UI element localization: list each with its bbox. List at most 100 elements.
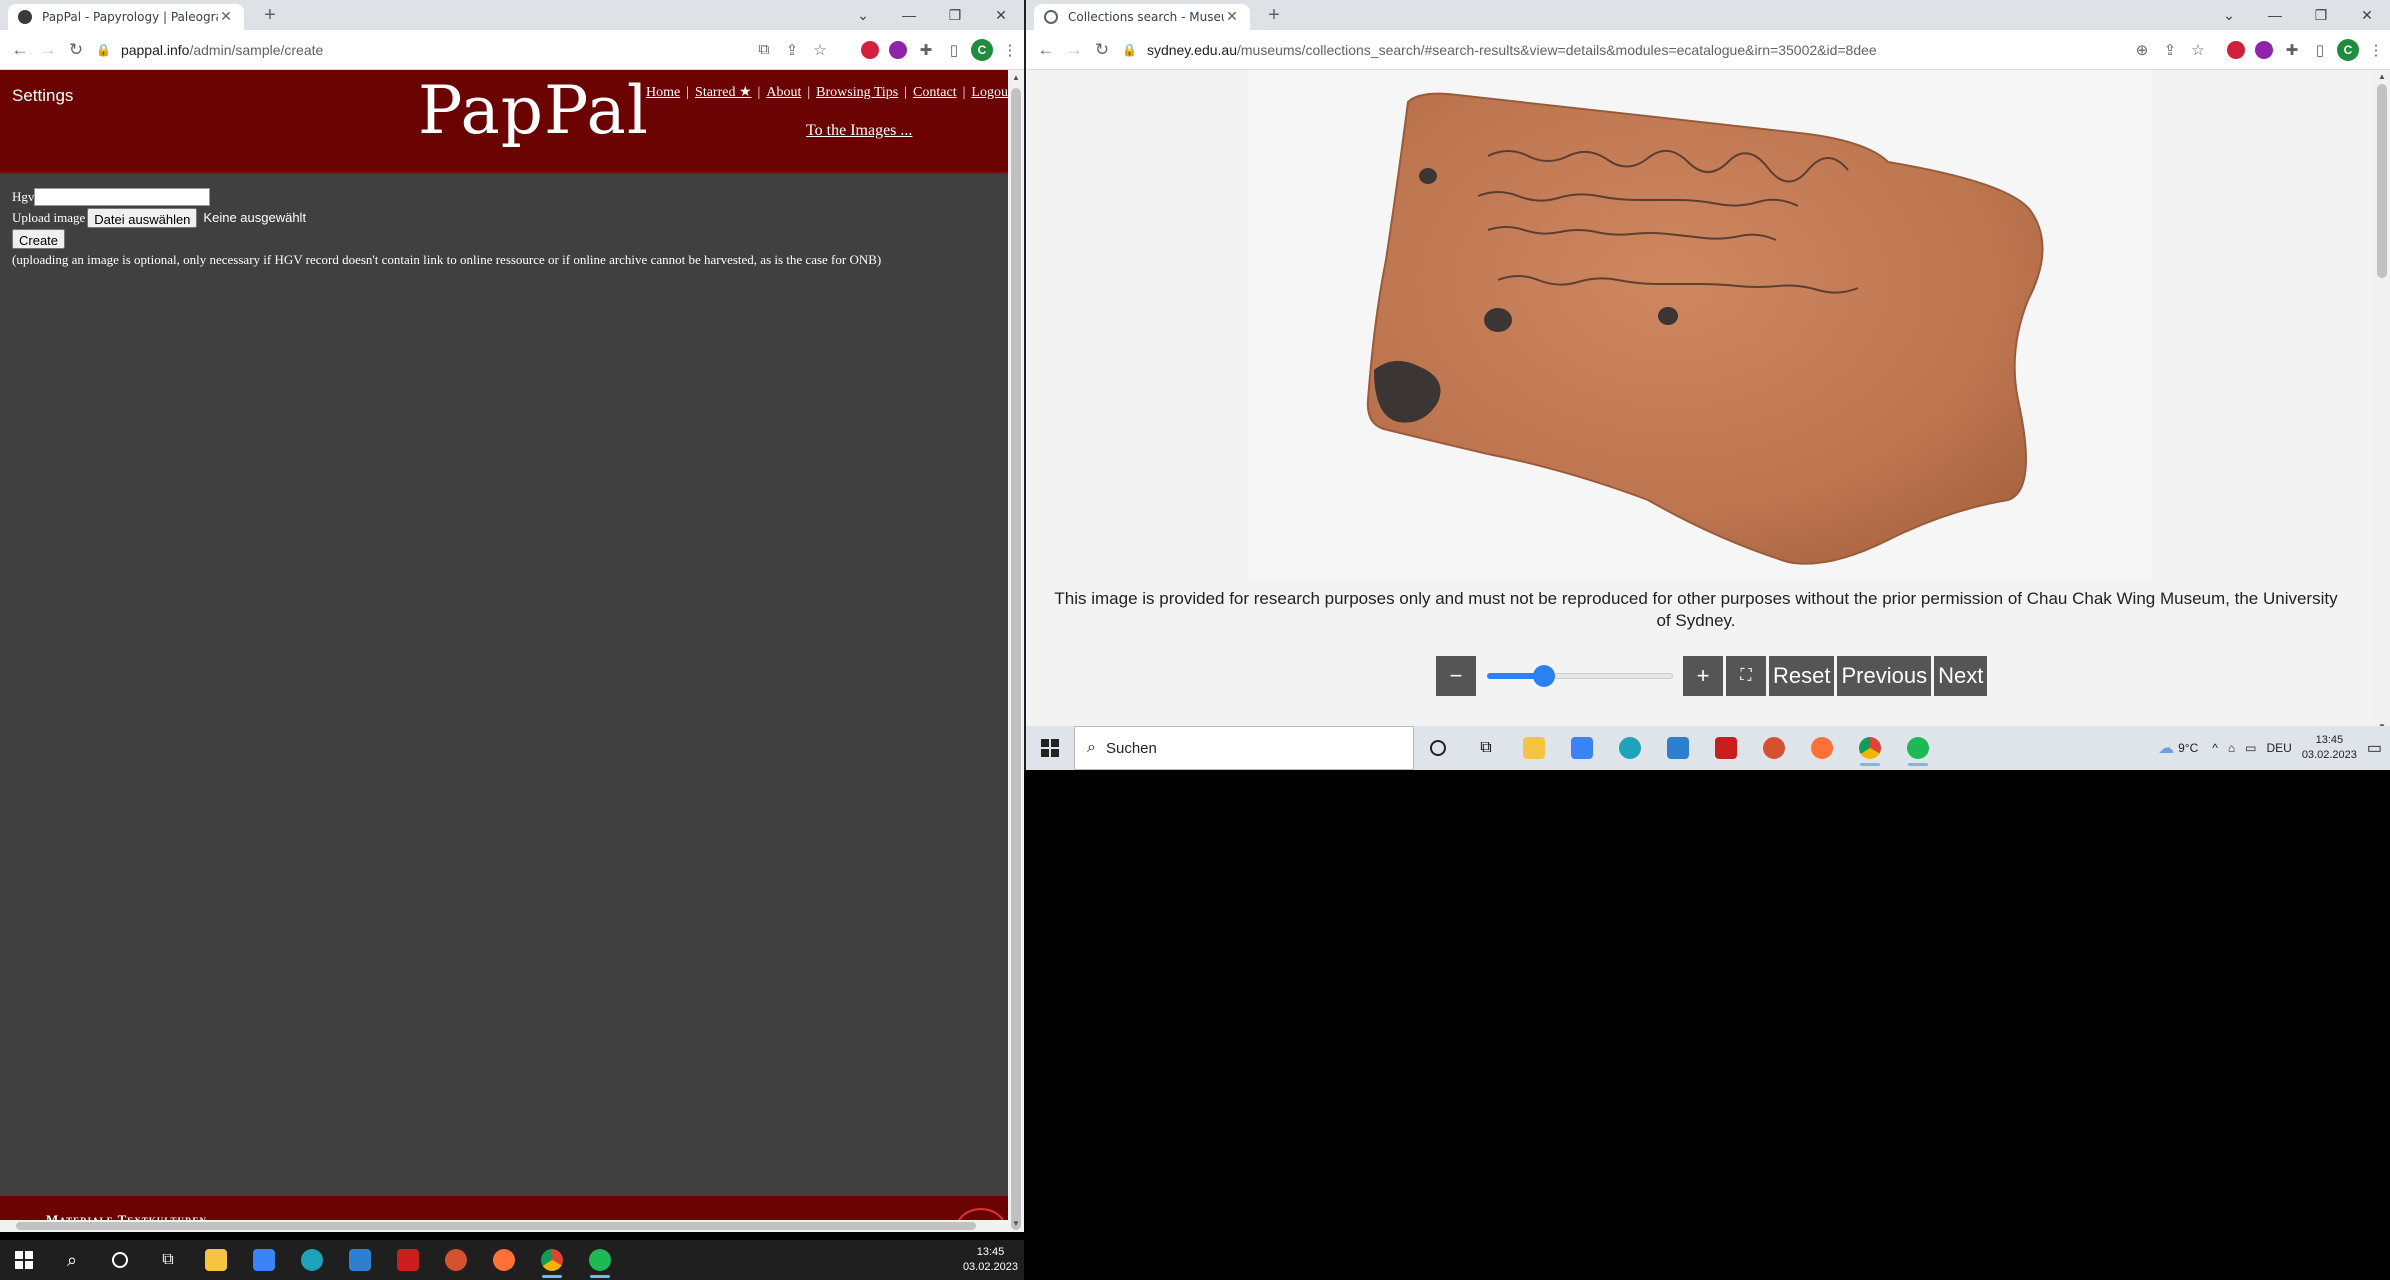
scrollbar-thumb[interactable]: [2377, 84, 2387, 278]
firefox-icon[interactable]: [1798, 728, 1846, 768]
chrome-icon[interactable]: [528, 1240, 576, 1280]
mail-icon[interactable]: [1654, 728, 1702, 768]
extensions-puzzle-icon[interactable]: ✚: [912, 36, 940, 64]
acrobat-icon[interactable]: [1702, 728, 1750, 768]
menu-kebab-icon[interactable]: ⋮: [996, 36, 1024, 64]
mail-icon[interactable]: [336, 1240, 384, 1280]
file-explorer-icon[interactable]: [192, 1240, 240, 1280]
artifact-image[interactable]: [1248, 70, 2152, 580]
previous-button[interactable]: Previous: [1837, 656, 1932, 696]
share-icon[interactable]: ⇪: [2156, 36, 2184, 64]
reload-icon[interactable]: ↻: [1088, 36, 1116, 64]
clock-right[interactable]: 13:45 03.02.2023: [2302, 733, 2357, 763]
nav-home[interactable]: Home: [646, 85, 680, 100]
tray-chevron-icon[interactable]: ^: [2212, 741, 2218, 755]
scroll-up-icon[interactable]: ▲: [1008, 70, 1024, 86]
clock-left[interactable]: 13:45 03.02.2023: [963, 1245, 1018, 1275]
pappal-logo[interactable]: PapPal: [418, 72, 649, 149]
extensions-puzzle-icon[interactable]: ✚: [2278, 36, 2306, 64]
fullscreen-icon[interactable]: ⛶: [1726, 656, 1766, 696]
language-indicator[interactable]: DEU: [2266, 741, 2291, 755]
extension-ublock-icon[interactable]: [2250, 36, 2278, 64]
vertical-scrollbar[interactable]: ▲ ▼: [1008, 70, 1024, 1232]
powerpoint-icon[interactable]: [432, 1240, 480, 1280]
reload-icon[interactable]: ↻: [62, 36, 90, 64]
translate-icon[interactable]: ⧉: [750, 36, 778, 64]
network-icon[interactable]: ⌂: [2228, 741, 2235, 755]
zoom-in-button[interactable]: +: [1683, 656, 1723, 696]
edge-icon[interactable]: [1606, 728, 1654, 768]
close-window-icon[interactable]: ✕: [978, 7, 1024, 24]
nav-browsing-tips[interactable]: Browsing Tips: [816, 85, 898, 100]
back-icon[interactable]: ←: [6, 36, 34, 64]
scrollbar-thumb[interactable]: [1011, 88, 1021, 1230]
start-button[interactable]: [0, 1240, 48, 1280]
zoom-slider[interactable]: [1483, 656, 1679, 696]
task-view-icon[interactable]: ⧉: [1462, 728, 1510, 768]
tab-pappal[interactable]: PapPal - Papyrology | Paleograph ✕: [8, 4, 244, 30]
zoom-icon[interactable]: ⊕: [2128, 36, 2156, 64]
nav-starred[interactable]: Starred ★: [695, 85, 751, 100]
spotify-icon[interactable]: [1894, 728, 1942, 768]
task-view-icon[interactable]: ⧉: [144, 1240, 192, 1280]
tab-search-icon[interactable]: ⌄: [840, 7, 886, 24]
search-icon[interactable]: ⌕: [48, 1240, 96, 1280]
start-button[interactable]: [1026, 728, 1074, 768]
side-panel-icon[interactable]: ▯: [940, 36, 968, 64]
minimize-icon[interactable]: —: [2252, 7, 2298, 23]
nav-about[interactable]: About: [766, 85, 801, 100]
taskbar-search-box[interactable]: ⌕ Suchen: [1074, 726, 1414, 770]
nav-contact[interactable]: Contact: [913, 85, 957, 100]
slider-knob[interactable]: [1532, 665, 1555, 687]
extension-red-icon[interactable]: [2222, 36, 2250, 64]
share-icon[interactable]: ⇪: [778, 36, 806, 64]
scrollbar-thumb[interactable]: [16, 1222, 976, 1230]
powerpoint-icon[interactable]: [1750, 728, 1798, 768]
settings-link[interactable]: Settings: [12, 86, 73, 106]
weather-temp[interactable]: 9°C: [2178, 741, 2198, 755]
cortana-icon[interactable]: [96, 1240, 144, 1280]
tab-collections-search[interactable]: Collections search - Museums - ✕: [1034, 4, 1250, 30]
new-tab-button[interactable]: +: [258, 4, 282, 28]
forward-icon[interactable]: →: [1060, 36, 1088, 64]
store-icon[interactable]: [240, 1240, 288, 1280]
cortana-icon[interactable]: [1414, 728, 1462, 768]
zoom-out-button[interactable]: −: [1436, 656, 1476, 696]
extension-red-icon[interactable]: [856, 36, 884, 64]
weather-icon[interactable]: ☁: [2158, 738, 2174, 758]
close-tab-icon[interactable]: ✕: [1224, 9, 1240, 25]
new-tab-button[interactable]: +: [1262, 4, 1286, 28]
address-bar[interactable]: 🔒 sydney.edu.au/museums/collections_sear…: [1116, 35, 2128, 65]
create-button[interactable]: Create: [12, 228, 66, 249]
file-explorer-icon[interactable]: [1510, 728, 1558, 768]
close-tab-icon[interactable]: ✕: [218, 9, 234, 25]
nav-logout[interactable]: Logou: [971, 85, 1008, 100]
vertical-scrollbar[interactable]: ▲ ▼: [2374, 70, 2390, 734]
horizontal-scrollbar[interactable]: [0, 1220, 1008, 1232]
edge-icon[interactable]: [288, 1240, 336, 1280]
battery-icon[interactable]: ▭: [2245, 741, 2256, 755]
spotify-icon[interactable]: [576, 1240, 624, 1280]
hgv-input[interactable]: [34, 187, 211, 206]
acrobat-icon[interactable]: [384, 1240, 432, 1280]
profile-avatar[interactable]: C: [2334, 36, 2362, 64]
address-bar[interactable]: 🔒 pappal.info/admin/sample/create: [90, 35, 750, 65]
to-images-link[interactable]: To the Images ...: [806, 122, 912, 140]
reset-button[interactable]: Reset: [1769, 656, 1835, 696]
chrome-icon[interactable]: [1846, 728, 1894, 768]
choose-file-button[interactable]: Datei auswählen: [87, 207, 198, 228]
side-panel-icon[interactable]: ▯: [2306, 36, 2334, 64]
bookmark-star-icon[interactable]: ☆: [2184, 36, 2212, 64]
tab-search-icon[interactable]: ⌄: [2206, 7, 2252, 24]
bookmark-star-icon[interactable]: ☆: [806, 36, 834, 64]
next-button[interactable]: Next: [1934, 656, 1988, 696]
scroll-up-icon[interactable]: ▲: [2374, 70, 2390, 84]
notifications-icon[interactable]: ▭: [2367, 738, 2382, 758]
store-icon[interactable]: [1558, 728, 1606, 768]
menu-kebab-icon[interactable]: ⋮: [2362, 36, 2390, 64]
close-window-icon[interactable]: ✕: [2344, 7, 2390, 24]
profile-avatar[interactable]: C: [968, 36, 996, 64]
scroll-down-icon[interactable]: ▼: [1008, 1216, 1024, 1232]
back-icon[interactable]: ←: [1032, 36, 1060, 64]
firefox-icon[interactable]: [480, 1240, 528, 1280]
